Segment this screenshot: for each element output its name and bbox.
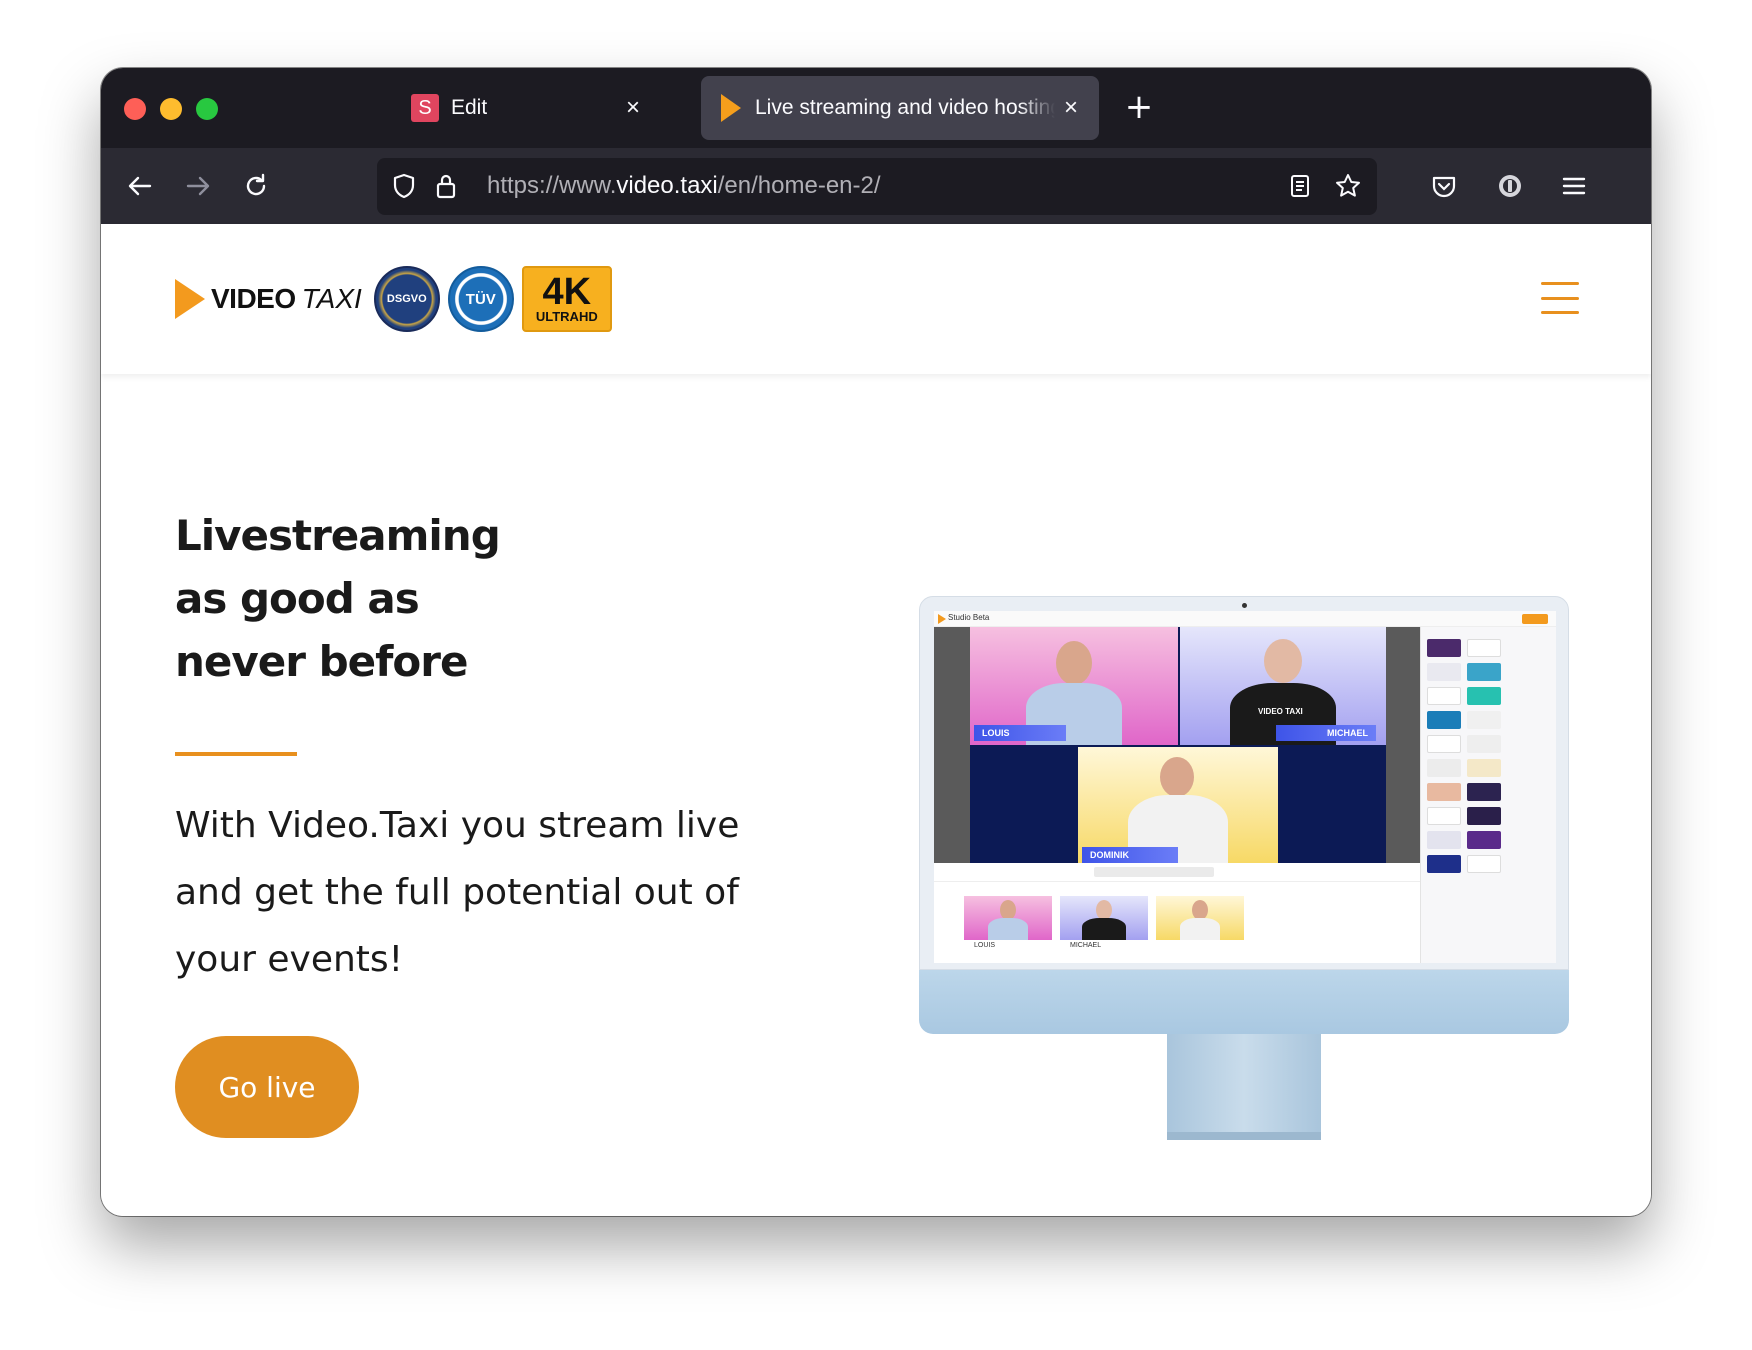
headline-line-3: never before — [175, 637, 468, 686]
site-header: VIDEO TAXI DSGVO TÜV 4K ULTRAHD — [101, 224, 1651, 374]
studio-label: Studio Beta — [948, 613, 990, 622]
url-host: video.taxi — [616, 172, 718, 199]
tuv-badge-icon: TÜV — [447, 266, 514, 332]
url-path: /en/home-en-2/ — [717, 172, 881, 199]
name-tag-michael: MICHAEL — [1276, 725, 1376, 741]
navigation-bar: https://www.video.taxi/en/home-en-2/ — [101, 148, 1651, 224]
close-tab-icon[interactable]: × — [621, 96, 645, 120]
layout-controls — [1094, 867, 1214, 877]
logo-text-taxi: TAXI — [301, 283, 362, 314]
studio-go-live-button — [1522, 614, 1548, 624]
maximize-window-button[interactable] — [196, 98, 218, 120]
studio-screen: Studio Beta VIDEO TAXI LOUIS MICHAEL DOM… — [934, 611, 1556, 963]
close-window-button[interactable] — [124, 98, 146, 120]
tab-strip: S Edit × Live streaming and video hostin… — [101, 68, 1651, 148]
shirt-logo-text: VIDEO TAXI — [1258, 707, 1303, 716]
go-live-button[interactable]: Go live — [175, 1036, 359, 1138]
pocket-icon[interactable] — [1425, 167, 1463, 205]
headline-line-2: as good as — [175, 574, 420, 623]
new-tab-button[interactable]: + — [1121, 90, 1157, 126]
dsgvo-badge-icon: DSGVO — [373, 266, 440, 332]
imac-screen-frame: Studio Beta VIDEO TAXI LOUIS MICHAEL DOM… — [919, 596, 1569, 970]
4k-ultrahd-badge-icon: 4K ULTRAHD — [521, 266, 612, 332]
guest-strip: LOUIS MICHAEL — [934, 881, 1420, 963]
play-logo-icon — [175, 279, 205, 319]
lock-icon[interactable] — [427, 167, 465, 205]
name-tag-dominik: DOMINIK — [1082, 847, 1178, 863]
s-favicon-icon: S — [411, 94, 439, 122]
play-favicon-icon — [721, 94, 741, 122]
headline-line-1: Livestreaming — [175, 511, 501, 560]
hamburger-menu-icon[interactable] — [1541, 282, 1579, 314]
accent-divider — [175, 752, 297, 756]
studio-top-bar: Studio Beta — [934, 611, 1556, 627]
stage-canvas: VIDEO TAXI LOUIS MICHAEL DOMINIK — [970, 627, 1386, 863]
guest-thumb-michael — [1060, 896, 1148, 940]
address-bar[interactable]: https://www.video.taxi/en/home-en-2/ — [377, 158, 1377, 215]
studio-play-icon — [938, 614, 946, 624]
reader-view-icon[interactable] — [1281, 167, 1319, 205]
studio-side-panel — [1420, 627, 1556, 963]
imac-illustration: Studio Beta VIDEO TAXI LOUIS MICHAEL DOM… — [919, 596, 1569, 1156]
badge-ultrahd-text: ULTRAHD — [535, 309, 598, 324]
tab-video-taxi[interactable]: Live streaming and video hosting × — [701, 76, 1099, 140]
hero-subtext: With Video.Taxi you stream live and get … — [175, 805, 740, 980]
guest-thumb-louis — [964, 896, 1052, 940]
badge-4k-text: 4K — [542, 271, 592, 313]
app-menu-icon[interactable] — [1555, 167, 1593, 205]
web-page: VIDEO TAXI DSGVO TÜV 4K ULTRAHD Livestre… — [101, 224, 1651, 1216]
tab-title: Live streaming and video hosting — [755, 96, 1055, 119]
minimize-window-button[interactable] — [160, 98, 182, 120]
browser-window: S Edit × Live streaming and video hostin… — [101, 68, 1651, 1216]
camera-dot — [1242, 603, 1247, 608]
close-tab-icon[interactable]: × — [1059, 96, 1083, 120]
imac-stand — [1167, 1034, 1321, 1136]
guest-thumb-dominik — [1156, 896, 1244, 940]
url-text[interactable]: https://www.video.taxi/en/home-en-2/ — [487, 172, 881, 200]
extension-icon[interactable] — [1491, 167, 1529, 205]
imac-stand-base — [1167, 1132, 1321, 1140]
reload-icon[interactable] — [237, 167, 275, 205]
hero-headline: Livestreaming as good as never before — [175, 504, 695, 693]
video-tile-dominik — [1078, 747, 1278, 863]
guest-label-louis: LOUIS — [974, 942, 996, 949]
imac-chin — [919, 970, 1569, 1034]
name-tag-louis: LOUIS — [974, 725, 1066, 741]
url-scheme: https://www. — [487, 172, 617, 199]
logo-text-video: VIDEO — [211, 283, 296, 314]
tab-edit[interactable]: S Edit × — [281, 76, 661, 140]
back-arrow-icon[interactable] — [121, 167, 159, 205]
tab-title: Edit — [451, 96, 488, 119]
video-taxi-logo[interactable]: VIDEO TAXI DSGVO TÜV 4K ULTRAHD — [175, 264, 612, 334]
shield-icon[interactable] — [385, 167, 423, 205]
guest-label-michael: MICHAEL — [1070, 942, 1102, 949]
forward-arrow-icon[interactable] — [179, 167, 217, 205]
bookmark-star-icon[interactable] — [1329, 167, 1367, 205]
